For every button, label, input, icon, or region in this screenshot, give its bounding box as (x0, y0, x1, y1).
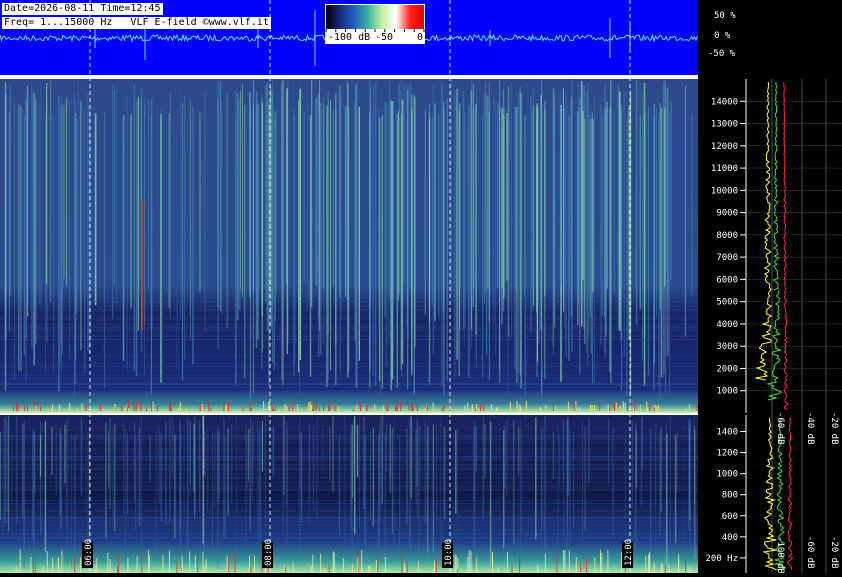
time-label: 10:00 (444, 539, 454, 566)
freq-tick-label: 11000 (711, 164, 738, 174)
waveform-label-top: 50 % (714, 11, 736, 21)
header-line-2: Freq= 1...15000 Hz VLF E-field ©www.vlf.… (2, 17, 271, 29)
low-freq-tick-label: 1400 (716, 428, 738, 438)
freq-tick-label: 4000 (716, 320, 738, 330)
freq-tick-label: 13000 (711, 120, 738, 130)
spectrum-db-label: -60 dB (775, 412, 785, 445)
freq-tick-label: 10000 (711, 186, 738, 196)
waveform-label-bottom: -50 % (708, 49, 736, 59)
panel-divider (0, 75, 698, 79)
low-freq-tick-label: 1200 (716, 449, 738, 459)
freq-tick-label: 5000 (716, 298, 738, 308)
spectrum-side-panel: 14000 13000 12000 11000 10000 9000 8000 7000 600… (698, 79, 842, 574)
colorbar-label-max: 0 (417, 32, 424, 43)
time-label-group: 08:00 (262, 539, 274, 568)
spectrum-db-label: -20 dB (829, 412, 839, 445)
low-spectrum-db-label: -20 dB (829, 536, 839, 569)
waveform-label-mid: 0 % (714, 31, 731, 41)
low-freq-tick-label: 800 (722, 491, 738, 501)
freq-tick-label: 1000 (716, 387, 738, 397)
time-label: 06:00 (84, 539, 94, 566)
low-freq-tick-label: 200 Hz (705, 554, 738, 564)
time-label-group: 06:00 (82, 539, 94, 568)
colorbar-label-min: -100 dB (328, 32, 371, 43)
low-freq-tick-label: 400 (722, 533, 738, 543)
colorbar (326, 5, 424, 29)
freq-tick-label: 2000 (716, 364, 738, 374)
freq-tick-label: 8000 (716, 231, 738, 241)
time-label: 12:00 (624, 539, 634, 566)
freq-tick-label: 7000 (716, 253, 738, 263)
freq-tick-label: 6000 (716, 275, 738, 285)
freq-tick-label: 9000 (716, 209, 738, 219)
time-label: 08:00 (264, 539, 274, 566)
header-line-1: Date=2026-08-11 Time=12:45 (2, 3, 163, 15)
low-freq-tick-label: 600 (722, 512, 738, 522)
time-label-group: 12:00 (622, 539, 634, 568)
time-label-group: 10:00 (442, 539, 454, 568)
low-freq-tick-label: 1000 (716, 470, 738, 480)
freq-tick-label: 14000 (711, 97, 738, 107)
freq-tick-label: 3000 (716, 342, 738, 352)
low-spectrum-db-label: -100 dB (775, 536, 785, 573)
panel-divider-2 (0, 413, 698, 415)
colorbar-label-mid: -50 (375, 32, 394, 43)
spectrogram-canvas: 06:00 08:00 10:00 12:00 1400013000120001100… (0, 0, 842, 574)
freq-tick-label: 12000 (711, 142, 738, 152)
spectrum-db-label: -40 dB (805, 412, 815, 445)
low-spectrum-db-label: -60 dB (805, 536, 815, 569)
vlf-spectrogram-display: 06:00 08:00 10:00 12:00 14000 13000 12000 1100… (0, 0, 842, 577)
